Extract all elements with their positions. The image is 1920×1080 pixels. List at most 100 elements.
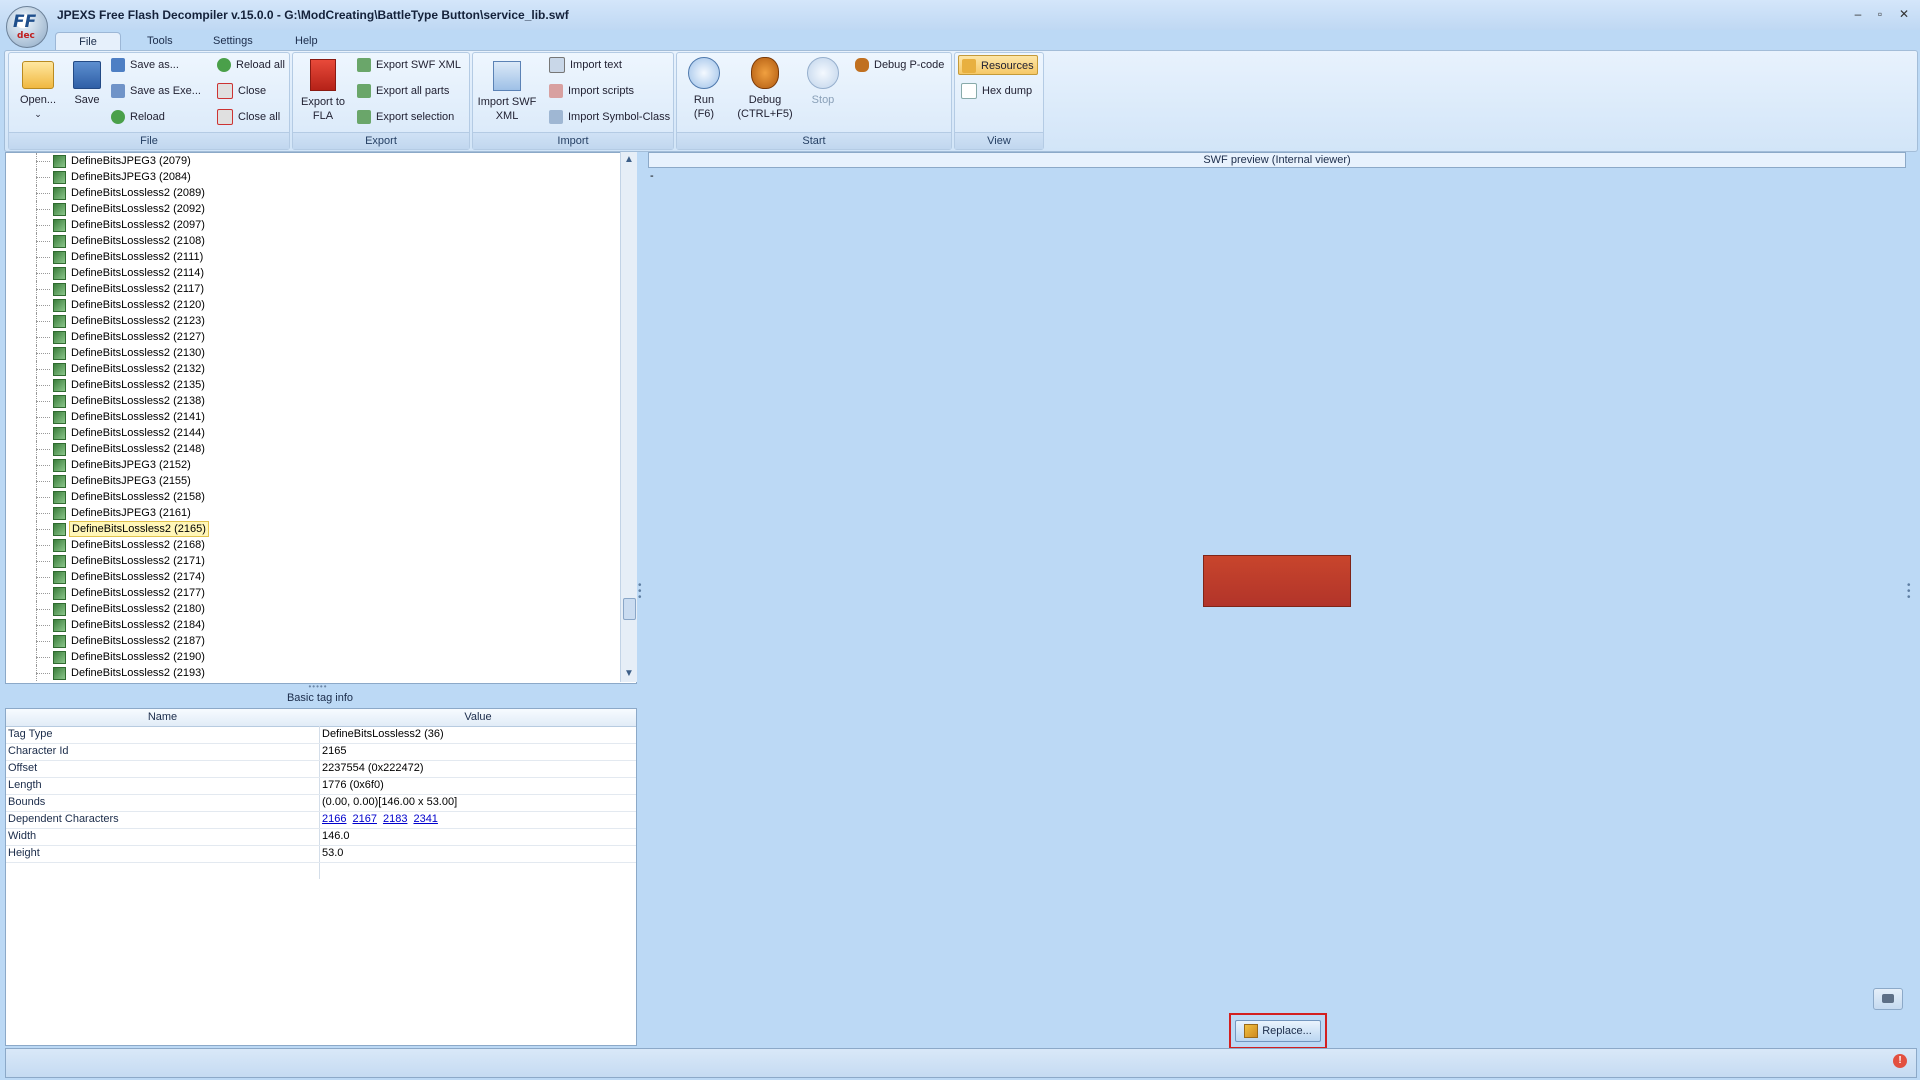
tree-connector [36, 657, 50, 658]
open-button[interactable]: Open... ⌄ [13, 57, 63, 121]
tree-item-label: DefineBitsLossless2 (2187) [71, 635, 205, 647]
tree-item-label: DefineBitsLossless2 (2089) [71, 187, 205, 199]
resources-label: Resources [981, 60, 1034, 72]
import-swf-xml-button[interactable]: Import SWF XML [477, 57, 537, 123]
tree-item-label: DefineBitsLossless2 (2120) [71, 299, 205, 311]
image-tag-icon [53, 379, 66, 392]
start-group: Run (F6) Debug (CTRL+F5) Stop Debug P-co… [676, 52, 952, 150]
debug-button[interactable]: Debug (CTRL+F5) [733, 57, 797, 121]
save-button[interactable]: Save [65, 57, 109, 107]
horizontal-splitter[interactable]: ••••• [300, 683, 336, 691]
dependent-character-link[interactable]: 2183 [383, 813, 407, 825]
import-scripts-button[interactable]: Import scripts [549, 81, 634, 101]
snapshot-button[interactable] [1873, 988, 1903, 1010]
import-group: Import SWF XML Import text Import script… [472, 52, 674, 150]
error-icon[interactable]: ! [1893, 1054, 1907, 1068]
debug-pcode-label: Debug P-code [874, 59, 945, 71]
tab-file[interactable]: File [55, 32, 121, 51]
tree-connector [36, 193, 50, 194]
save-as-icon [111, 58, 125, 73]
tag-info-name: Height [8, 847, 40, 859]
save-as-button[interactable]: Save as... [111, 55, 179, 75]
export-xml-icon [357, 58, 371, 73]
tag-info-row: Width 146.0 [6, 828, 636, 846]
restore-button[interactable]: ▫ [1869, 6, 1891, 22]
image-tag-icon [53, 203, 66, 216]
tree-connector [36, 465, 50, 466]
export-all-parts-button[interactable]: Export all parts [357, 81, 449, 101]
scroll-thumb[interactable] [623, 598, 636, 620]
close-file-button[interactable]: Close [217, 81, 266, 101]
image-tag-icon [53, 251, 66, 264]
tree-connector [36, 225, 50, 226]
tree-item-label: DefineBitsLossless2 (2165) [69, 521, 209, 537]
reload-label: Reload [130, 111, 165, 123]
tree-connector [36, 449, 50, 450]
run-button[interactable]: Run (F6) [683, 57, 725, 121]
hex-dump-button[interactable]: Hex dump [961, 81, 1032, 101]
image-tag-icon [53, 651, 66, 664]
file-group-label: File [9, 132, 289, 149]
reload-all-button[interactable]: Reload all [217, 55, 285, 75]
image-tag-icon [53, 523, 66, 536]
tree-connector [36, 177, 50, 178]
import-text-button[interactable]: Import text [549, 55, 622, 75]
tag-info-header: Name Value [6, 709, 636, 727]
stop-button[interactable]: Stop [803, 57, 843, 107]
minimize-button[interactable]: – [1847, 6, 1869, 22]
tree-item-label: DefineBitsLossless2 (2141) [71, 411, 205, 423]
close-all-icon [217, 109, 233, 126]
view-group-label: View [955, 132, 1043, 149]
export-fla-label: Export to FLA [300, 96, 346, 122]
tab-tools[interactable]: Tools [133, 32, 187, 50]
reload-button[interactable]: Reload [111, 107, 165, 127]
tab-help[interactable]: Help [281, 32, 332, 50]
import-xml-icon [493, 61, 521, 91]
import-group-label: Import [473, 132, 673, 149]
close-file-icon [217, 83, 233, 100]
tree-connector [36, 417, 50, 418]
dependent-character-link[interactable]: 2341 [413, 813, 437, 825]
open-label: Open... [19, 94, 57, 106]
import-symbol-class-button[interactable]: Import Symbol-Class [549, 107, 670, 127]
dependent-character-link[interactable]: 2167 [352, 813, 376, 825]
image-preview [1203, 555, 1351, 607]
debug-pcode-button[interactable]: Debug P-code [855, 55, 944, 75]
name-column-header[interactable]: Name [6, 709, 319, 726]
app-logo[interactable]: FF dec [6, 6, 48, 48]
resources-button[interactable]: Resources [958, 55, 1038, 75]
tag-info-row: Character Id 2165 [6, 743, 636, 761]
tree-connector [36, 577, 50, 578]
tree-item-label: DefineBitsLossless2 (2184) [71, 619, 205, 631]
image-tag-icon [53, 507, 66, 520]
scroll-down-arrow-icon[interactable]: ▼ [621, 666, 637, 682]
export-selection-button[interactable]: Export selection [357, 107, 454, 127]
image-tag-icon [53, 571, 66, 584]
import-swf-xml-label: Import SWF XML [477, 96, 537, 122]
export-fla-button[interactable]: Export to FLA [297, 57, 349, 123]
save-as-exe-button[interactable]: Save as Exe... [111, 81, 201, 101]
replace-button[interactable]: Replace... [1235, 1020, 1321, 1042]
debug-label: Debug [748, 94, 782, 106]
close-all-button[interactable]: Close all [217, 107, 280, 127]
tree-connector [36, 385, 50, 386]
right-splitter-grip[interactable]: • • • [1907, 581, 1911, 603]
reload-icon [111, 110, 125, 125]
image-tag-icon [53, 587, 66, 600]
image-tag-icon [53, 667, 66, 680]
tree-connector [36, 673, 50, 674]
scroll-up-arrow-icon[interactable]: ▲ [621, 152, 637, 168]
stop-label: Stop [811, 94, 835, 106]
dependent-character-link[interactable]: 2166 [322, 813, 346, 825]
left-splitter-grip[interactable]: • • • [638, 581, 642, 603]
tag-info-name: Bounds [8, 796, 46, 808]
close-button[interactable]: ✕ [1893, 6, 1915, 22]
tree-item-label: DefineBitsLossless2 (2111) [71, 251, 204, 263]
fla-file-icon [310, 59, 336, 91]
export-swf-xml-button[interactable]: Export SWF XML [357, 55, 461, 75]
tab-settings[interactable]: Settings [199, 32, 267, 50]
resource-tree[interactable]: DefineBitsJPEG3 (2079) DefineBitsJPEG3 (2… [5, 152, 637, 684]
value-column-header[interactable]: Value [320, 709, 636, 726]
image-tag-icon [53, 395, 66, 408]
tree-scrollbar[interactable]: ▲ ▼ [620, 152, 637, 682]
